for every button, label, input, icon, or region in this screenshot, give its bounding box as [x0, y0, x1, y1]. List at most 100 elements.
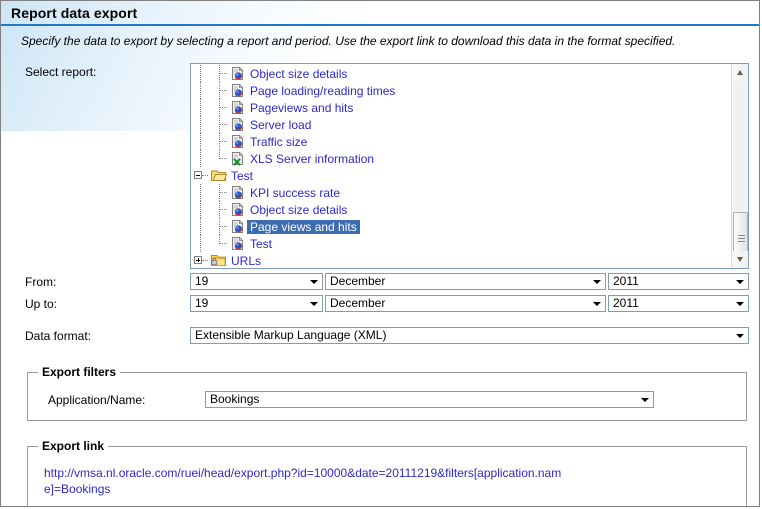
tree-item-label: Object size details — [250, 202, 348, 217]
chevron-down-icon — [736, 280, 744, 284]
tree-item[interactable]: Pageviews and hits — [191, 99, 730, 116]
scroll-up-button[interactable] — [732, 64, 748, 81]
tree-item-label: Traffic size — [250, 134, 308, 149]
tree-indent-guide — [191, 150, 210, 167]
export-filters-fieldset: Export filters Application/Name: Booking… — [27, 365, 747, 421]
chevron-down-icon — [736, 334, 744, 338]
tree-item-label: Test — [250, 236, 273, 251]
tree-item-label: Object size details — [250, 66, 348, 81]
tree-item[interactable]: KPI success rate — [191, 184, 730, 201]
tree-branch-line — [210, 218, 229, 235]
tree-item[interactable]: Page views and hits — [191, 218, 730, 235]
user-report-icon — [229, 184, 247, 201]
scroll-down-button[interactable] — [732, 251, 748, 268]
tree-indent-guide — [191, 218, 210, 235]
tree-branch-line — [210, 116, 229, 133]
export-link-legend: Export link — [42, 439, 105, 453]
report-tree-list[interactable]: Object size details Page loading/reading … — [191, 64, 730, 268]
report-page-icon — [229, 133, 247, 150]
tree-item[interactable]: Object size details — [191, 201, 730, 218]
tree-branch-line — [210, 133, 229, 150]
from-day-value: 19 — [195, 274, 209, 288]
upto-month-value: December — [330, 296, 386, 310]
data-format-row: Data format: Extensible Markup Language … — [13, 327, 749, 345]
tree-item-label: Page views and hits — [247, 219, 360, 234]
application-name-select[interactable]: Bookings — [205, 391, 654, 408]
application-name-value: Bookings — [210, 392, 260, 406]
xls-page-icon — [229, 150, 247, 167]
application-name-label: Application/Name: — [48, 392, 146, 407]
from-date-row: From: 19 December 2011 — [13, 273, 749, 291]
window-title-bar: Report data export — [1, 1, 759, 26]
tree-item-label: URLs — [231, 253, 262, 268]
report-page-icon — [229, 116, 247, 133]
upto-year-value: 2011 — [613, 296, 639, 310]
tree-indent-guide — [191, 65, 210, 82]
tree-item[interactable]: Test — [191, 167, 730, 184]
tree-branch-line — [210, 235, 229, 252]
user-report-icon — [229, 235, 247, 252]
tree-expand-button[interactable] — [191, 252, 210, 268]
report-tree-scrollbar[interactable] — [731, 64, 748, 268]
tree-indent-guide — [191, 99, 210, 116]
tree-branch-line — [210, 184, 229, 201]
scrollbar-grip-icon — [738, 235, 745, 242]
page-title: Report data export — [11, 5, 138, 21]
tree-item[interactable]: XLS Server information — [191, 150, 730, 167]
user-report-icon — [229, 201, 247, 218]
upto-day-select[interactable]: 19 — [190, 295, 323, 312]
export-link-url[interactable]: http://vmsa.nl.oracle.com/ruei/head/expo… — [38, 459, 564, 497]
data-format-value: Extensible Markup Language (XML) — [195, 328, 387, 342]
tree-indent-guide — [191, 201, 210, 218]
tree-branch-line — [210, 65, 229, 82]
from-year-select[interactable]: 2011 — [608, 273, 749, 290]
upto-day-value: 19 — [195, 296, 209, 310]
chevron-down-icon — [593, 280, 601, 284]
from-year-value: 2011 — [613, 274, 639, 288]
tree-indent-guide — [191, 184, 210, 201]
page-description: Specify the data to export by selecting … — [21, 34, 676, 48]
tree-indent-guide — [191, 133, 210, 150]
report-page-icon — [229, 65, 247, 82]
from-month-select[interactable]: December — [325, 273, 606, 290]
tree-item-label: XLS Server information — [250, 151, 375, 166]
report-tree[interactable]: Object size details Page loading/reading … — [190, 63, 749, 269]
tree-branch-line — [210, 201, 229, 218]
report-data-export-window: Report data export Specify the data to e… — [0, 0, 760, 507]
tree-item-label: Test — [231, 168, 254, 183]
tree-collapse-button[interactable] — [191, 167, 210, 184]
export-filters-legend: Export filters — [42, 365, 117, 379]
chevron-down-icon — [310, 302, 318, 306]
chevron-down-icon — [641, 398, 649, 402]
tree-item-label: Server load — [250, 117, 312, 132]
upto-year-select[interactable]: 2011 — [608, 295, 749, 312]
tree-item[interactable]: Traffic size — [191, 133, 730, 150]
chevron-down-icon — [310, 280, 318, 284]
upto-month-select[interactable]: December — [325, 295, 606, 312]
folder-locked-icon — [210, 252, 228, 268]
upto-label: Up to: — [25, 297, 58, 311]
tree-item[interactable]: Object size details — [191, 65, 730, 82]
chevron-down-icon — [736, 302, 744, 306]
tree-branch-line — [210, 99, 229, 116]
tree-item[interactable]: URLs — [191, 252, 730, 268]
from-month-value: December — [330, 274, 386, 288]
tree-indent-guide — [191, 82, 210, 99]
from-label: From: — [25, 275, 57, 289]
from-day-select[interactable]: 19 — [190, 273, 323, 290]
upto-date-row: Up to: 19 December 2011 — [13, 295, 749, 313]
tree-item[interactable]: Test — [191, 235, 730, 252]
user-report-icon — [229, 218, 247, 235]
scroll-down-arrow-icon — [737, 257, 743, 262]
folder-open-icon — [210, 167, 228, 184]
select-report-label: Select report: — [25, 65, 97, 79]
tree-item[interactable]: Page loading/reading times — [191, 82, 730, 99]
tree-item[interactable]: Server load — [191, 116, 730, 133]
select-report-row: Select report: Object size details Page l… — [13, 63, 749, 269]
tree-indent-guide — [191, 116, 210, 133]
report-page-icon — [229, 99, 247, 116]
data-format-select[interactable]: Extensible Markup Language (XML) — [190, 327, 749, 344]
tree-branch-line — [210, 150, 229, 167]
scroll-up-arrow-icon — [737, 70, 743, 75]
tree-item-label: Pageviews and hits — [250, 100, 354, 115]
